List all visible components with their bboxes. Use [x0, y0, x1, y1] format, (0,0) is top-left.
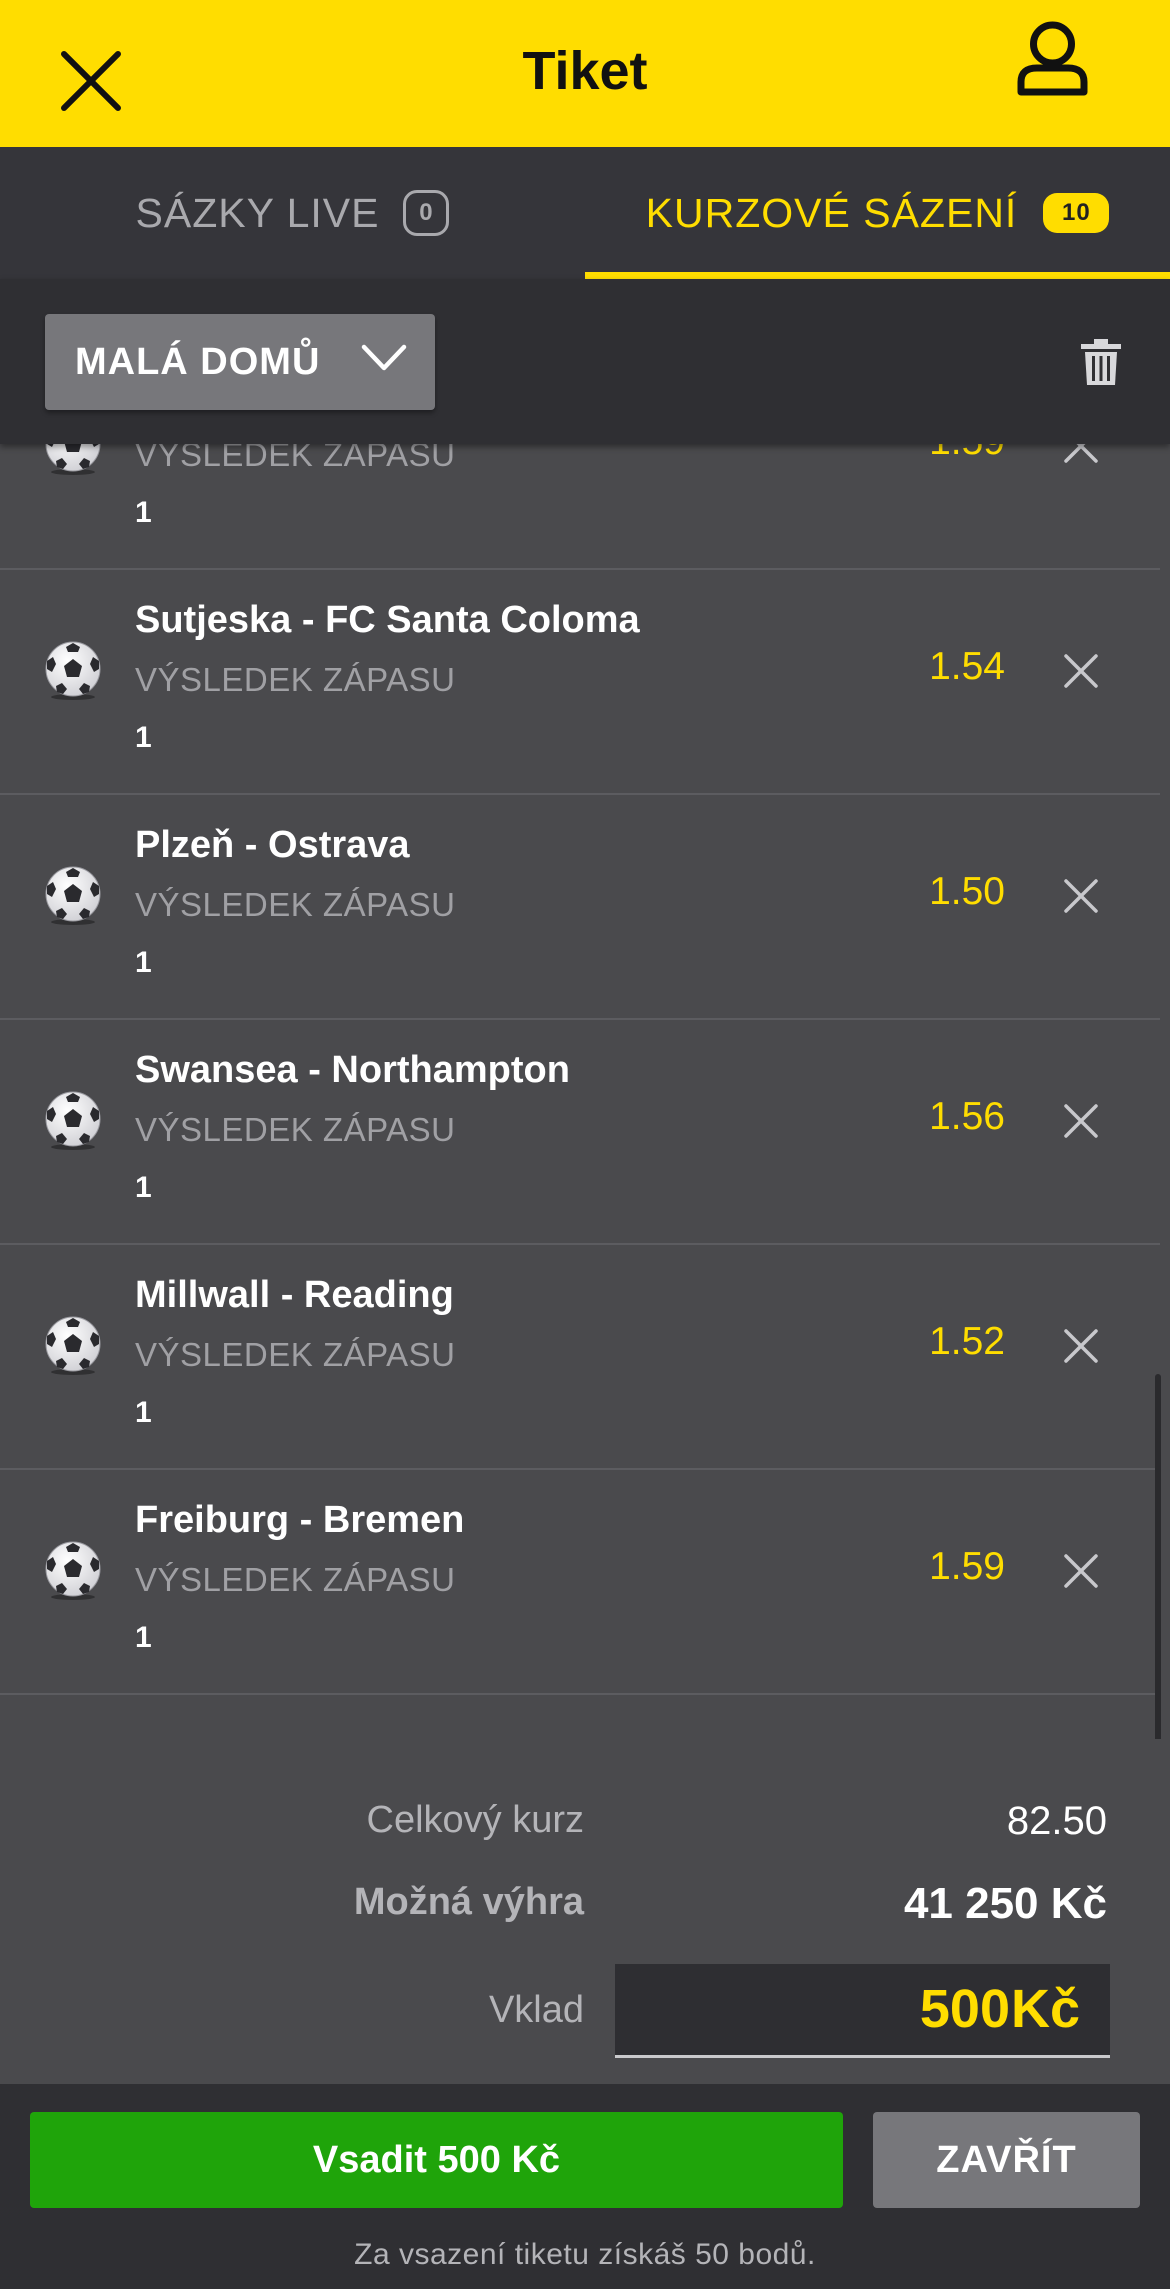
bet-pick: 1: [135, 1171, 152, 1204]
bet-odds: 1.52: [929, 1320, 1005, 1363]
trash-icon[interactable]: [1080, 338, 1122, 386]
bet-pick: 1: [135, 1396, 152, 1429]
ticket-footer: Vsadit 500 Kč ZAVŘÍT Za vsazení tiketu z…: [0, 2084, 1170, 2289]
total-odds-label: Celkový kurz: [366, 1799, 585, 1841]
market-name: VÝSLEDEK ZÁPASU: [135, 661, 456, 698]
remove-bet-icon[interactable]: [1063, 1553, 1099, 1589]
bet-pick: 1: [135, 496, 152, 529]
market-name: VÝSLEDEK ZÁPASU: [135, 1561, 456, 1598]
total-odds-value: 82.50: [1006, 1799, 1107, 1843]
tab-live[interactable]: SÁZKY LIVE 0: [0, 147, 585, 279]
tab-prematch-count: 10: [1043, 193, 1110, 233]
football-icon: [45, 1541, 101, 1600]
bet-row: Plzeň - Ostrava VÝSLEDEK ZÁPASU 1 1.50: [0, 796, 1160, 1020]
bet-pick: 1: [135, 946, 152, 979]
bet-tabs: SÁZKY LIVE 0 KURZOVÉ SÁZENÍ 10: [0, 147, 1170, 279]
bet-type-label: MALÁ DOMŮ: [75, 340, 321, 383]
bet-odds: 1.50: [929, 870, 1005, 913]
football-icon: [45, 641, 101, 700]
bet-row: Hap.Beer Sheva - FK PanevezysVÝSLEDEK ZÁ…: [0, 444, 1160, 570]
bet-odds: 1.59: [880, 444, 1005, 464]
possible-win-value: 41 250 Kč: [903, 1879, 1107, 1928]
remove-bet-icon[interactable]: [1063, 878, 1099, 914]
tab-prematch-label: KURZOVÉ SÁZENÍ: [645, 189, 1018, 236]
football-icon: [45, 866, 101, 925]
close-ticket-button[interactable]: ZAVŘÍT: [873, 2112, 1140, 2208]
match-name: Plzeň - Ostrava: [135, 824, 410, 866]
tab-prematch[interactable]: KURZOVÉ SÁZENÍ 10: [585, 147, 1170, 279]
bet-odds: 1.54: [929, 645, 1005, 688]
match-name: Millwall - Reading: [135, 1274, 454, 1316]
place-bet-button[interactable]: Vsadit 500 Kč: [30, 2112, 843, 2208]
bet-row: Freiburg - Bremen VÝSLEDEK ZÁPASU 1 1.59: [0, 1471, 1160, 1695]
football-icon: [45, 444, 101, 475]
ticket-toolbar: MALÁ DOMŮ: [0, 279, 1170, 444]
bet-pick: 1: [135, 721, 152, 754]
market-name: VÝSLEDEK ZÁPASU: [135, 1336, 456, 1373]
stake-value: 500: [919, 1979, 1010, 2039]
bet-type-dropdown[interactable]: MALÁ DOMŮ: [45, 314, 435, 410]
bet-odds: 1.59: [929, 1545, 1005, 1588]
stake-label: Vklad: [488, 1989, 584, 2031]
market-name: VÝSLEDEK ZÁPASU: [135, 1111, 456, 1148]
page-title: Tiket: [522, 41, 648, 101]
ticket-summary: Celkový kurz 82.50 Možná výhra 41 250 Kč…: [0, 1739, 1170, 2084]
bet-odds: 1.56: [929, 1095, 1005, 1138]
football-icon: [45, 1091, 101, 1150]
bet-pick: 1: [135, 1621, 152, 1654]
bet-row: Millwall - Reading VÝSLEDEK ZÁPASU 1 1.52: [0, 1246, 1160, 1470]
football-icon: [45, 1316, 101, 1375]
tab-live-count: 0: [403, 190, 450, 236]
remove-bet-icon[interactable]: [1063, 444, 1099, 464]
header: Tiket: [0, 0, 1170, 147]
remove-bet-icon[interactable]: [1063, 1328, 1099, 1364]
market-name: VÝSLEDEK ZÁPASU: [135, 886, 456, 923]
chevron-down-icon: [361, 344, 407, 371]
remove-bet-icon[interactable]: [1063, 1103, 1099, 1139]
match-name: Freiburg - Bremen: [135, 1499, 465, 1541]
stake-currency: Kč: [1010, 1979, 1080, 2039]
bet-row: Sutjeska - FC Santa Coloma VÝSLEDEK ZÁPAS…: [0, 571, 1160, 795]
user-icon[interactable]: [1015, 20, 1090, 98]
tab-live-label: SÁZKY LIVE: [135, 189, 380, 236]
bet-row: Swansea - Northampton VÝSLEDEK ZÁPASU 1 1.5…: [0, 1021, 1160, 1245]
bet-list[interactable]: Hap.Beer Sheva - FK PanevezysVÝSLEDEK ZÁ…: [0, 444, 1170, 1739]
points-note: Za vsazení tiketu získáš 50 bodů.: [354, 2238, 816, 2271]
market-name: VÝSLEDEK ZÁPASU: [135, 444, 456, 473]
match-name: Sutjeska - FC Santa Coloma: [135, 599, 640, 641]
stake-input[interactable]: 500 Kč: [615, 1964, 1110, 2058]
match-name: Swansea - Northampton: [135, 1049, 570, 1091]
scrollbar[interactable]: [1155, 1374, 1161, 1739]
possible-win-label: Možná výhra: [353, 1881, 584, 1923]
remove-bet-icon[interactable]: [1063, 653, 1099, 689]
